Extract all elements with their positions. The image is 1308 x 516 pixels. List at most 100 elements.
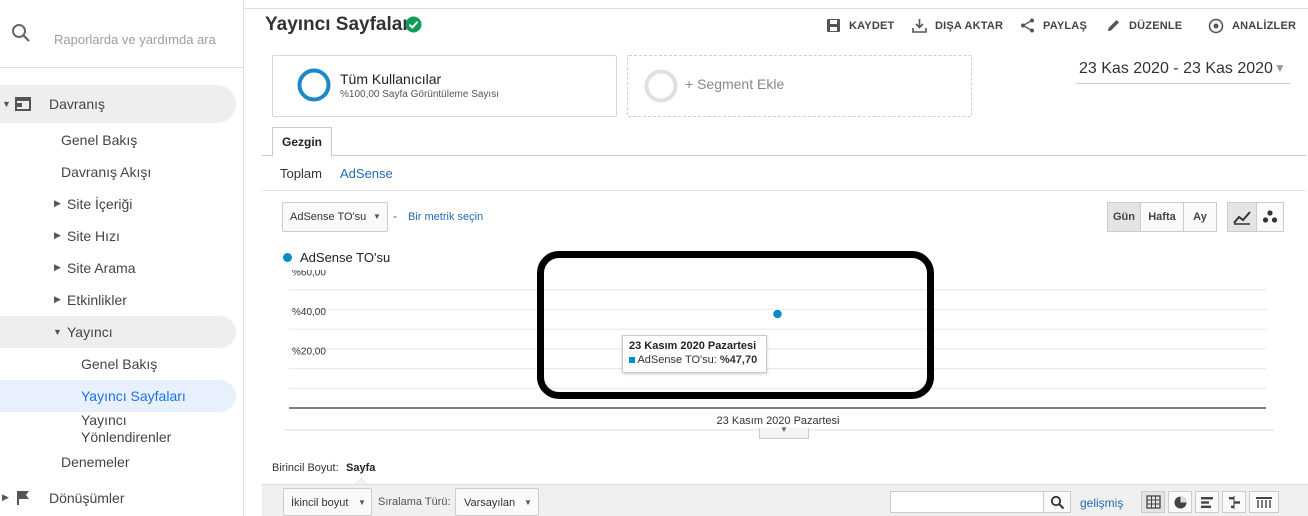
edit-button[interactable]: DÜZENLE [1106,18,1182,33]
sidebar-item-label: Davranış [49,96,106,112]
insights-label: ANALİZLER [1232,20,1297,32]
period-month-button[interactable]: Ay [1183,202,1217,232]
sidebar-item-behavior-flow[interactable]: Davranış Akışı [61,164,151,180]
subtab-total[interactable]: Toplam [280,166,322,181]
pie-chart-icon [1174,496,1187,509]
page-title: Yayıncı Sayfaları [265,14,415,35]
search-icon[interactable] [10,22,32,44]
add-segment-label: + Segment Ekle [685,76,785,92]
view-comparison-button[interactable] [1222,491,1246,513]
insights-icon [1208,18,1224,34]
x-tick-label: 23 Kasım 2020 Pazartesi [717,415,840,427]
line-chart-icon [1233,211,1251,225]
share-label: PAYLAŞ [1043,19,1087,32]
caret-right-icon: ▶ [54,230,61,240]
tab-explorer[interactable]: Gezgin [272,127,332,157]
legend-dot-icon [283,253,292,262]
bar-chart-icon [1201,497,1213,508]
sidebar-item-events[interactable]: Etkinlikler [67,292,127,308]
primary-dimension-label: Birincil Boyut: [272,462,339,474]
sort-type-label: Sıralama Türü: [378,496,451,508]
sidebar-item-site-speed[interactable]: Site Hızı [67,228,120,244]
sidebar-item-site-content[interactable]: Site İçeriği [67,196,132,212]
period-day-button[interactable]: Gün [1107,202,1141,232]
chevron-down-icon: ▼ [1274,61,1286,75]
sidebar-item-site-search[interactable]: Site Arama [67,260,135,276]
chevron-down-icon: ▼ [524,498,532,507]
line-chart-button[interactable] [1227,202,1257,232]
chevron-down-icon: ▼ [373,212,381,221]
segment-name: Tüm Kullanıcılar [340,71,442,87]
advanced-filter-link[interactable]: gelişmiş [1080,496,1123,510]
search-icon [1050,495,1065,510]
chart-resize-handle[interactable]: ▼ [759,425,809,439]
verified-check-icon [405,16,422,33]
secondary-dimension-select[interactable]: İkincil boyut ▼ [283,488,372,516]
chart-legend: AdSense TO'su [300,250,391,265]
sidebar-item-label: Yayıncı [67,324,113,340]
share-button[interactable]: PAYLAŞ [1020,18,1087,33]
motion-chart-button[interactable] [1256,202,1284,232]
sidebar-item-publisher-overview[interactable]: Genel Bakış [81,356,157,372]
table-search-button[interactable] [1043,491,1071,513]
segment-subtitle: %100,00 Sayfa Görüntüleme Sayısı [340,89,499,100]
top-divider [244,8,1308,9]
segment-all-users[interactable]: Tüm Kullanıcılar %100,00 Sayfa Görüntüle… [272,55,617,117]
save-icon [827,19,840,32]
bubbles-icon [1262,210,1278,223]
save-label: KAYDET [849,19,895,32]
insights-button[interactable]: ANALİZLER [1208,18,1296,34]
caret-right-icon: ▶ [54,262,61,272]
share-icon [1021,18,1034,33]
y-tick-label: %20,00 [292,347,326,358]
subtab-divider [262,190,1306,191]
metric-separator: - [393,209,397,223]
save-button[interactable]: KAYDET [826,18,894,33]
view-pie-button[interactable] [1168,491,1192,513]
caret-down-icon: ▼ [53,327,62,337]
view-table-button[interactable] [1141,491,1165,513]
sidebar-item-experiments[interactable]: Denemeler [61,454,129,470]
sidebar-item-behavior[interactable] [0,85,236,123]
subtab-adsense[interactable]: AdSense [340,166,393,181]
select-metric-link[interactable]: Bir metrik seçin [408,211,483,223]
date-range-picker[interactable]: 23 Kas 2020 - 23 Kas 2020 ▼ [1076,58,1290,84]
flag-icon [16,490,30,511]
sidebar-item-conversions[interactable]: Dönüşümler [49,490,124,506]
add-segment-button[interactable]: + Segment Ekle [627,55,972,117]
export-button[interactable]: DIŞA AKTAR [912,18,1003,33]
behavior-icon [14,96,32,117]
edit-label: DÜZENLE [1129,19,1183,32]
caret-right-icon: ▶ [2,492,9,502]
sort-type-select[interactable]: Varsayılan ▼ [455,488,539,516]
sort-type-value: Varsayılan [464,497,516,509]
date-range-label: 23 Kas 2020 - 23 Kas 2020 [1079,60,1273,77]
tab-divider [262,155,1306,156]
primary-dimension-value[interactable]: Sayfa [346,462,375,474]
pivot-table-icon [1256,497,1272,508]
segment-circle-icon [297,68,331,102]
y-tick-label: %40,00 [292,307,326,318]
metric-select-value: AdSense TO'su [290,211,367,223]
caret-right-icon: ▶ [54,198,61,208]
secondary-dimension-label: İkincil boyut [291,497,349,509]
y-tick-label: %60,00 [292,270,326,279]
sidebar-item-label: Yayıncı Sayfaları [81,388,186,404]
selection-pointer [354,477,368,484]
annotation-highlight-box [537,251,934,399]
grid-table-icon [1146,495,1161,509]
sidebar-item-publisher[interactable] [0,316,236,348]
period-week-button[interactable]: Hafta [1140,202,1184,232]
view-pivot-button[interactable] [1249,491,1279,513]
view-bar-button[interactable] [1195,491,1219,513]
metric-select[interactable]: AdSense TO'su ▼ [282,202,388,232]
comparison-icon [1229,496,1240,509]
sidebar-item-publisher-referrers[interactable]: Yayıncı Yönlendirenler [81,412,201,446]
table-search-input[interactable] [890,491,1044,513]
pencil-icon [1108,20,1119,31]
caret-right-icon: ▶ [54,294,61,304]
search-input[interactable]: Raporlarda ve yardımda ara [54,32,216,47]
download-icon [912,19,927,33]
caret-down-icon: ▼ [2,99,11,109]
sidebar-item-overview[interactable]: Genel Bakış [61,132,137,148]
